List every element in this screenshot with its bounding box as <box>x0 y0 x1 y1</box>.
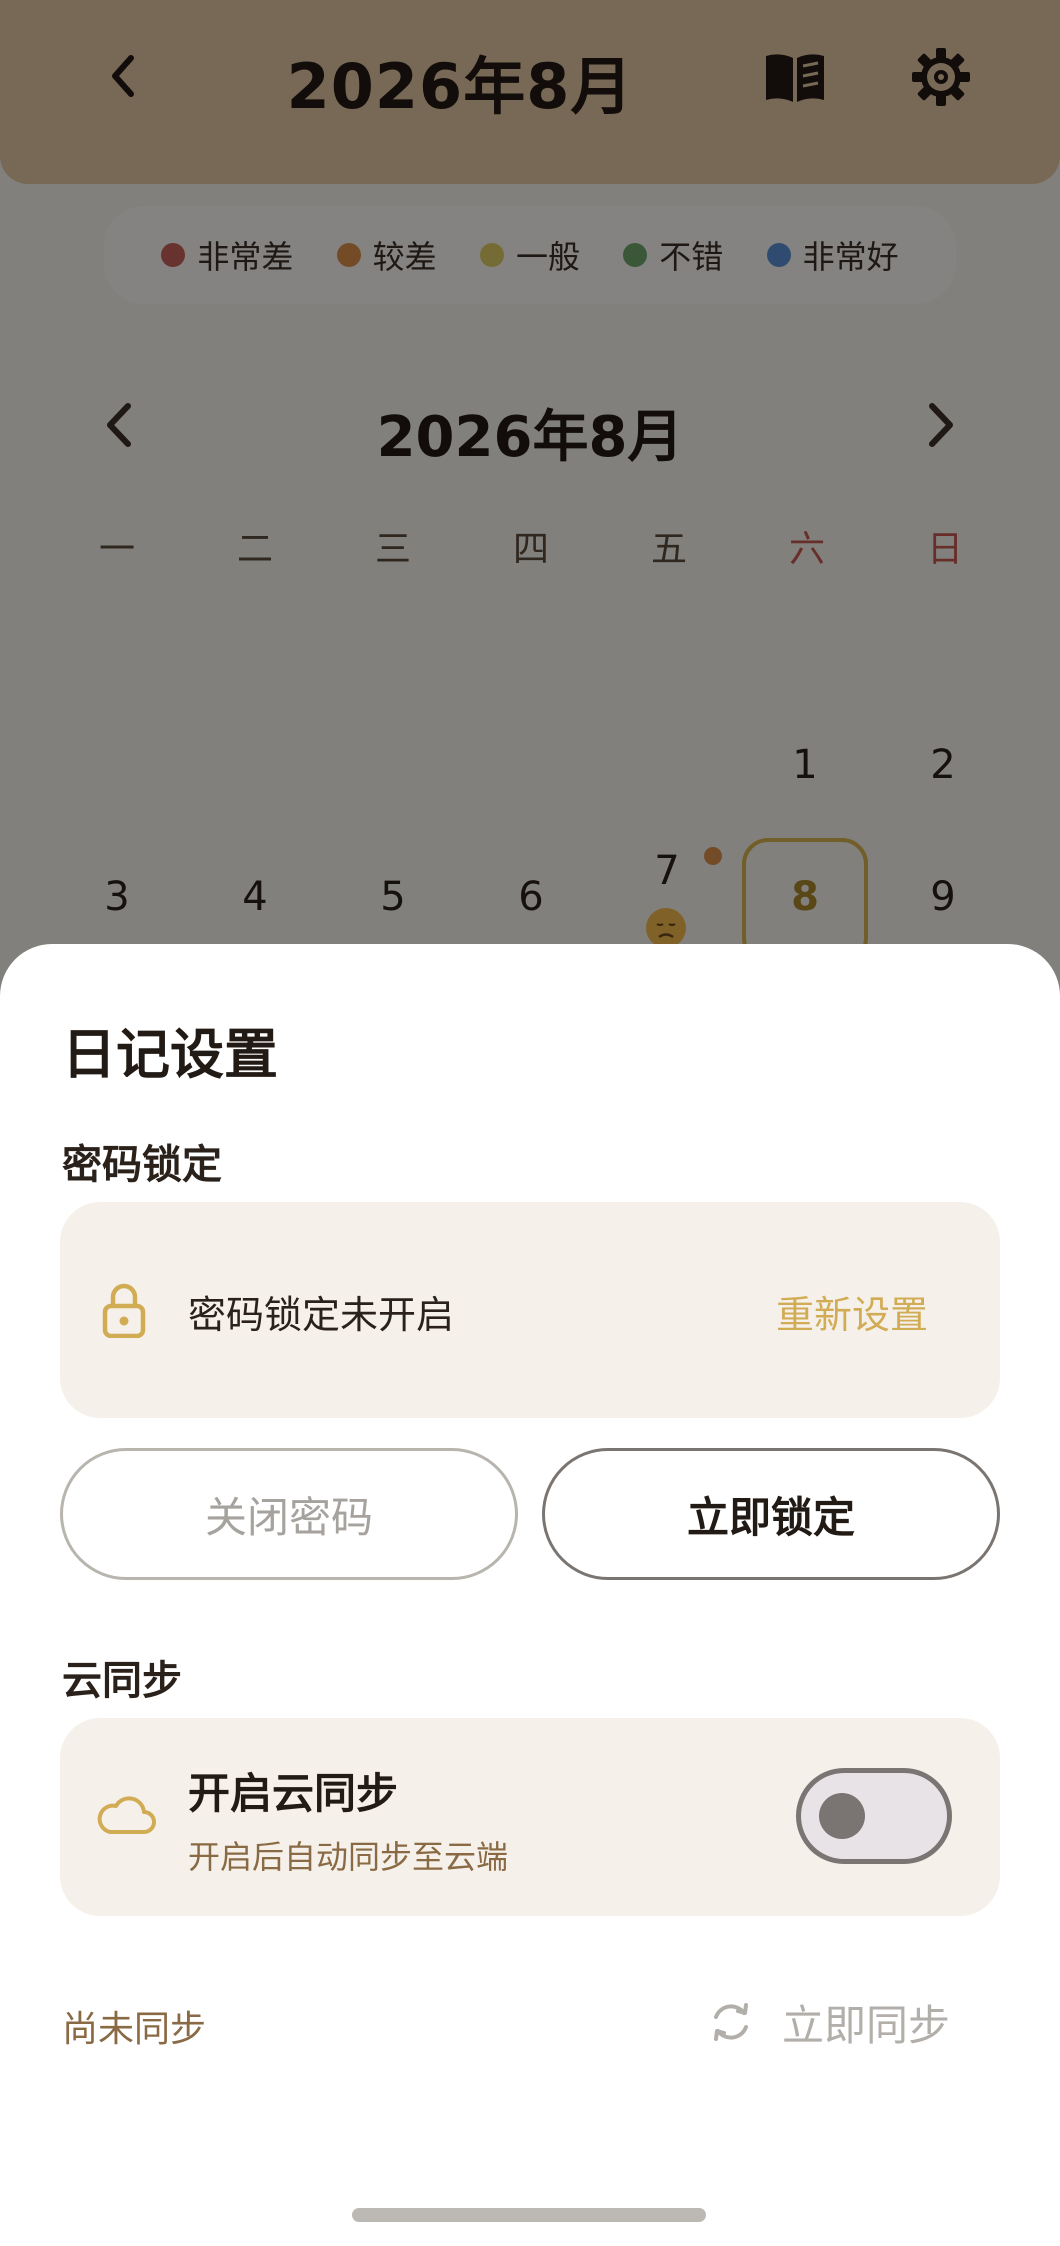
cloud-section-label: 云同步 <box>62 1658 182 1704</box>
diary-settings-sheet: 日记设置 密码锁定 密码锁定未开启 重新设置 关闭密码 立即锁定 云同步 开启云… <box>0 944 1060 2246</box>
cloud-sync-toggle[interactable] <box>796 1768 952 1864</box>
sheet-title: 日记设置 <box>62 1023 278 1086</box>
password-status-text: 密码锁定未开启 <box>188 1293 455 1337</box>
sync-icon <box>714 2003 748 2041</box>
disable-password-button[interactable]: 关闭密码 <box>60 1448 518 1580</box>
home-indicator[interactable] <box>352 2208 706 2222</box>
sync-now-label: 立即同步 <box>782 2000 951 2050</box>
lock-icon <box>102 1283 146 1338</box>
sync-status-text: 尚未同步 <box>62 2009 207 2050</box>
sync-now-button[interactable]: 立即同步 <box>708 1994 950 2050</box>
cloud-sync-title: 开启云同步 <box>188 1769 399 1818</box>
reset-password-link[interactable]: 重新设置 <box>776 1284 928 1339</box>
cloud-sync-card: 开启云同步 开启后自动同步至云端 <box>60 1718 1000 1916</box>
password-section-label: 密码锁定 <box>62 1142 222 1188</box>
cloud-sync-subtitle: 开启后自动同步至云端 <box>188 1838 509 1876</box>
cloud-icon <box>97 1796 156 1834</box>
lock-now-button[interactable]: 立即锁定 <box>542 1448 1000 1580</box>
password-status-card: 密码锁定未开启 重新设置 <box>60 1202 1000 1418</box>
toggle-knob <box>819 1793 865 1839</box>
